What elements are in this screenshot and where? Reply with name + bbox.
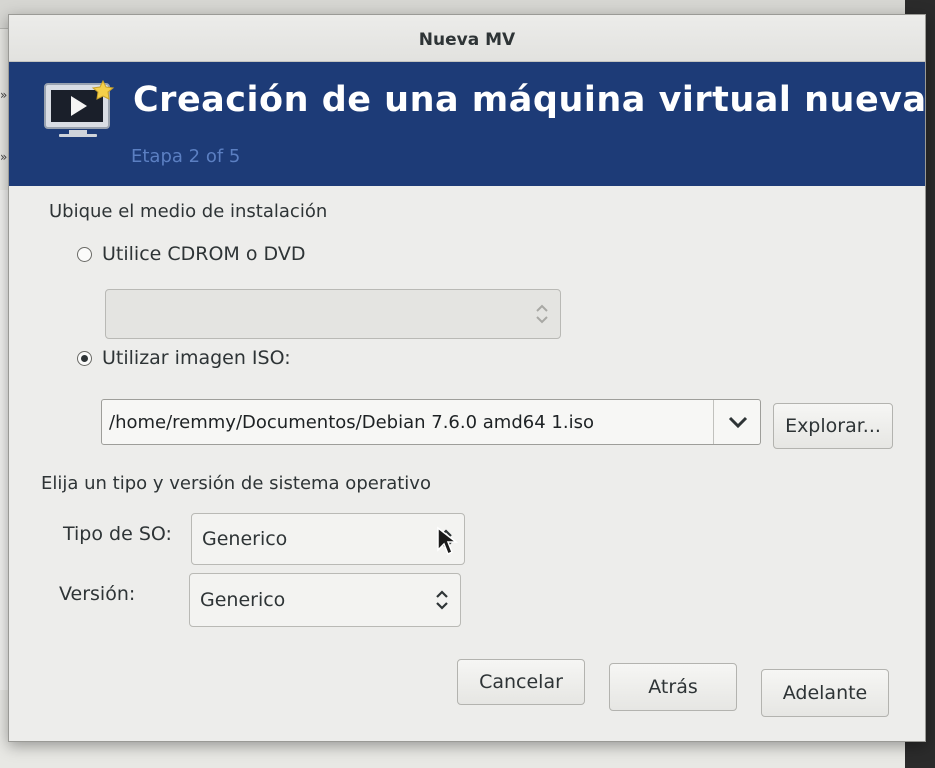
os-type-select[interactable]: Generico xyxy=(191,513,465,565)
cdrom-radio[interactable]: Utilice CDROM o DVD xyxy=(77,243,305,265)
os-version-select[interactable]: Generico xyxy=(189,573,461,627)
os-type-label: Tipo de SO: xyxy=(63,523,172,545)
back-button[interactable]: Atrás xyxy=(609,663,737,711)
new-vm-dialog: Nueva MV Creación de una máquina virtual… xyxy=(8,14,926,742)
combo-divider xyxy=(713,400,714,444)
up-down-chevron-icon xyxy=(436,590,448,610)
cancel-button[interactable]: Cancelar xyxy=(457,659,585,705)
chevron-down-icon[interactable] xyxy=(726,412,750,432)
iso-radio-label: Utilizar imagen ISO: xyxy=(102,347,291,369)
forward-button[interactable]: Adelante xyxy=(761,669,889,717)
mouse-pointer-icon xyxy=(437,526,458,556)
dialog-titlebar[interactable]: Nueva MV xyxy=(9,15,925,62)
wizard-title: Creación de una máquina virtual nueva xyxy=(133,80,927,120)
wizard-banner: Creación de una máquina virtual nueva Et… xyxy=(9,62,927,186)
iso-radio[interactable]: Utilizar imagen ISO: xyxy=(77,347,291,369)
dialog-title: Nueva MV xyxy=(418,30,516,50)
iso-radio-button[interactable] xyxy=(77,350,92,366)
cdrom-select[interactable] xyxy=(105,289,561,339)
iso-path-combo[interactable]: /home/remmy/Documentos/Debian 7.6.0 amd6… xyxy=(101,399,761,445)
os-heading: Elija un tipo y versión de sistema opera… xyxy=(41,473,431,494)
vm-screen-icon xyxy=(43,79,115,148)
background-expand-icon: » xyxy=(0,150,8,164)
os-version-label: Versión: xyxy=(59,583,136,605)
cdrom-radio-label: Utilice CDROM o DVD xyxy=(102,243,306,265)
os-type-value: Generico xyxy=(202,528,288,550)
cdrom-radio-button[interactable] xyxy=(77,246,92,262)
background-expand-icon: » xyxy=(0,88,8,102)
install-media-heading: Ubique el medio de instalación xyxy=(49,201,328,222)
wizard-step: Etapa 2 of 5 xyxy=(131,146,241,167)
browse-button[interactable]: Explorar... xyxy=(773,403,893,449)
iso-path-input[interactable]: /home/remmy/Documentos/Debian 7.6.0 amd6… xyxy=(109,412,594,433)
up-down-chevron-icon xyxy=(536,304,548,324)
os-version-value: Generico xyxy=(200,589,286,611)
